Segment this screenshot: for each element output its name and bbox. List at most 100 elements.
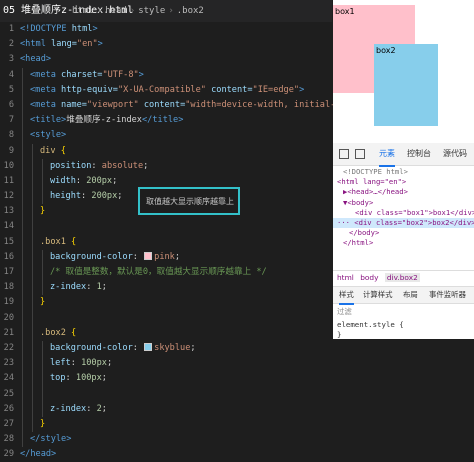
code-token: ; xyxy=(117,191,123,202)
code-line[interactable]: 19} xyxy=(0,295,332,311)
code-line[interactable]: 9 div { xyxy=(0,143,332,159)
color-swatch[interactable] xyxy=(144,252,153,261)
code-line[interactable]: 5 <meta http-equiv="X-UA-Compatible" cont… xyxy=(0,82,332,98)
tab-layout[interactable]: 布局 xyxy=(403,287,418,303)
code-text: left: 100px; xyxy=(50,356,112,371)
code-token: <html xyxy=(20,39,52,50)
breadcrumb-item[interactable]: style xyxy=(138,6,165,16)
code-line[interactable]: 26 z-index: 2; xyxy=(0,401,332,417)
code-token: charset= xyxy=(61,69,103,80)
code-token: /* 取值是整数，默认是0，取值越大显示顺序越靠上 */ xyxy=(50,267,267,277)
line-number: 1 xyxy=(8,24,14,34)
code-line[interactable]: 16 background-color: pink; xyxy=(0,249,332,265)
dom-node[interactable]: </body> xyxy=(333,228,474,238)
code-line[interactable]: 25 xyxy=(0,386,332,402)
device-toolbar-icon[interactable] xyxy=(355,149,365,159)
indent-guide xyxy=(42,401,43,417)
code-line[interactable]: 1 <!DOCTYPE html> xyxy=(0,22,332,37)
line-number: 27 xyxy=(3,418,14,429)
breadcrumb-item[interactable]: head xyxy=(105,6,127,16)
code-line[interactable]: 28 </style> xyxy=(0,432,332,448)
styles-tab-bar: 样式 计算样式 布局 事件监听器 xyxy=(333,286,474,305)
indent-guide xyxy=(22,113,23,129)
dom-node[interactable]: </html> xyxy=(333,238,474,248)
crumb-div-box2[interactable]: div.box2 xyxy=(384,273,420,282)
code-line[interactable]: 18 z-index: 1; xyxy=(0,280,332,296)
code-line[interactable]: 10 position: absolute; xyxy=(0,158,332,174)
tab-sources[interactable]: 源代码 xyxy=(443,143,467,165)
tab-event-listeners[interactable]: 事件监听器 xyxy=(429,287,466,303)
tab-elements[interactable]: 元素 xyxy=(379,143,395,167)
code-line[interactable]: 4 <meta charset="UTF-8"> xyxy=(0,67,332,83)
code-token: "UTF-8" xyxy=(102,69,139,80)
code-token: { xyxy=(71,236,77,247)
code-line[interactable]: 23 left: 100px; xyxy=(0,356,332,372)
indent-guide xyxy=(32,371,33,387)
line-number: 13 xyxy=(3,206,14,217)
breadcrumb-item[interactable]: html xyxy=(72,6,94,16)
breadcrumb-item[interactable]: .box2 xyxy=(177,6,204,16)
dom-node-text: ▶<head>…</head> xyxy=(343,187,408,197)
code-line[interactable]: 27} xyxy=(0,416,332,433)
code-token: left xyxy=(50,358,71,369)
dom-node[interactable]: <div class="box1">box1</div> xyxy=(333,208,474,218)
crumb-body[interactable]: body xyxy=(360,273,378,282)
indent-guide xyxy=(32,158,33,174)
code-token: "viewport" xyxy=(86,99,139,110)
line-number: 2 xyxy=(8,39,14,50)
dom-node[interactable]: ··· <div class="box2">box2</div> == xyxy=(333,217,474,229)
tab-console[interactable]: 控制台 xyxy=(407,143,431,165)
indent-guide xyxy=(42,386,43,402)
element-style-close: } xyxy=(337,330,342,339)
tab-computed[interactable]: 计算样式 xyxy=(363,287,393,303)
code-token: position xyxy=(50,160,92,171)
code-line[interactable]: 17 /* 取值是整数，默认是0，取值越大显示顺序越靠上 */ xyxy=(0,265,332,281)
code-text: width: 200px; xyxy=(50,174,117,189)
indent-guide xyxy=(22,340,23,357)
code-token: div xyxy=(40,145,61,156)
indent-guide xyxy=(22,173,23,190)
color-swatch[interactable] xyxy=(144,343,153,352)
code-line[interactable]: 14 xyxy=(0,219,332,235)
code-token: http-equiv= xyxy=(61,84,118,95)
dom-tree[interactable]: <!DOCTYPE html> <html lang="en"> ▶<head>…<… xyxy=(333,167,474,249)
code-token: html xyxy=(71,24,93,34)
styles-filter-input[interactable]: 过滤 xyxy=(337,306,352,317)
inspect-element-icon[interactable] xyxy=(339,149,349,159)
code-token: ; xyxy=(106,358,113,369)
code-token: absolute xyxy=(101,160,144,171)
code-line[interactable]: 8 <style> xyxy=(0,128,332,144)
code-line[interactable]: 2 <html lang="en"> xyxy=(0,37,332,52)
code-token: background-color xyxy=(50,251,133,262)
code-line[interactable]: 6 <meta name="viewport" content="width=de… xyxy=(0,97,387,114)
dom-node[interactable]: <html lang="en"> xyxy=(333,177,474,187)
code-line[interactable]: 15 .box1 { xyxy=(0,234,332,250)
indent-guide xyxy=(32,189,33,205)
devtools-panel: 元素 控制台 源代码 <!DOCTYPE html> <html lang="en… xyxy=(333,143,474,339)
indent-guide xyxy=(32,143,33,159)
code-line[interactable]: 3 <head> xyxy=(0,52,332,67)
line-number: 23 xyxy=(3,358,14,369)
line-number: 18 xyxy=(3,282,14,293)
code-line[interactable]: 7 <title>堆叠顺序-z-index</title> xyxy=(0,113,332,129)
tab-styles[interactable]: 样式 xyxy=(339,287,354,305)
code-text: <meta charset="UTF-8"> xyxy=(30,68,144,83)
code-line[interactable]: 20 xyxy=(0,310,332,326)
dom-node[interactable]: ▶<head>…</head> xyxy=(333,187,474,197)
code-text: background-color: skyblue; xyxy=(50,341,196,356)
code-token: ; xyxy=(190,342,196,353)
code-token: background-color xyxy=(50,342,133,353)
code-lines[interactable]: 1 <!DOCTYPE html> 2 <html lang="en"> 3 <head>… xyxy=(0,22,387,462)
code-line[interactable]: 24 top: 100px; xyxy=(0,371,332,387)
code-line[interactable]: 29 </head> xyxy=(0,447,332,462)
code-token: ; xyxy=(101,282,107,293)
dom-node[interactable]: ▼<body> xyxy=(333,198,474,208)
dom-node[interactable]: <!DOCTYPE html> xyxy=(333,167,474,177)
code-editor[interactable]: 05 堆叠顺序z-index.html html › head › style › .box… xyxy=(0,0,387,459)
crumb-html[interactable]: html xyxy=(337,273,354,282)
element-style-open[interactable]: element.style { xyxy=(337,320,404,329)
box2-element[interactable]: box2 xyxy=(374,44,438,126)
dom-node-text: <html lang="en"> xyxy=(337,177,407,187)
code-line[interactable]: 22 background-color: skyblue; xyxy=(0,340,332,357)
indent-guide xyxy=(42,158,43,174)
